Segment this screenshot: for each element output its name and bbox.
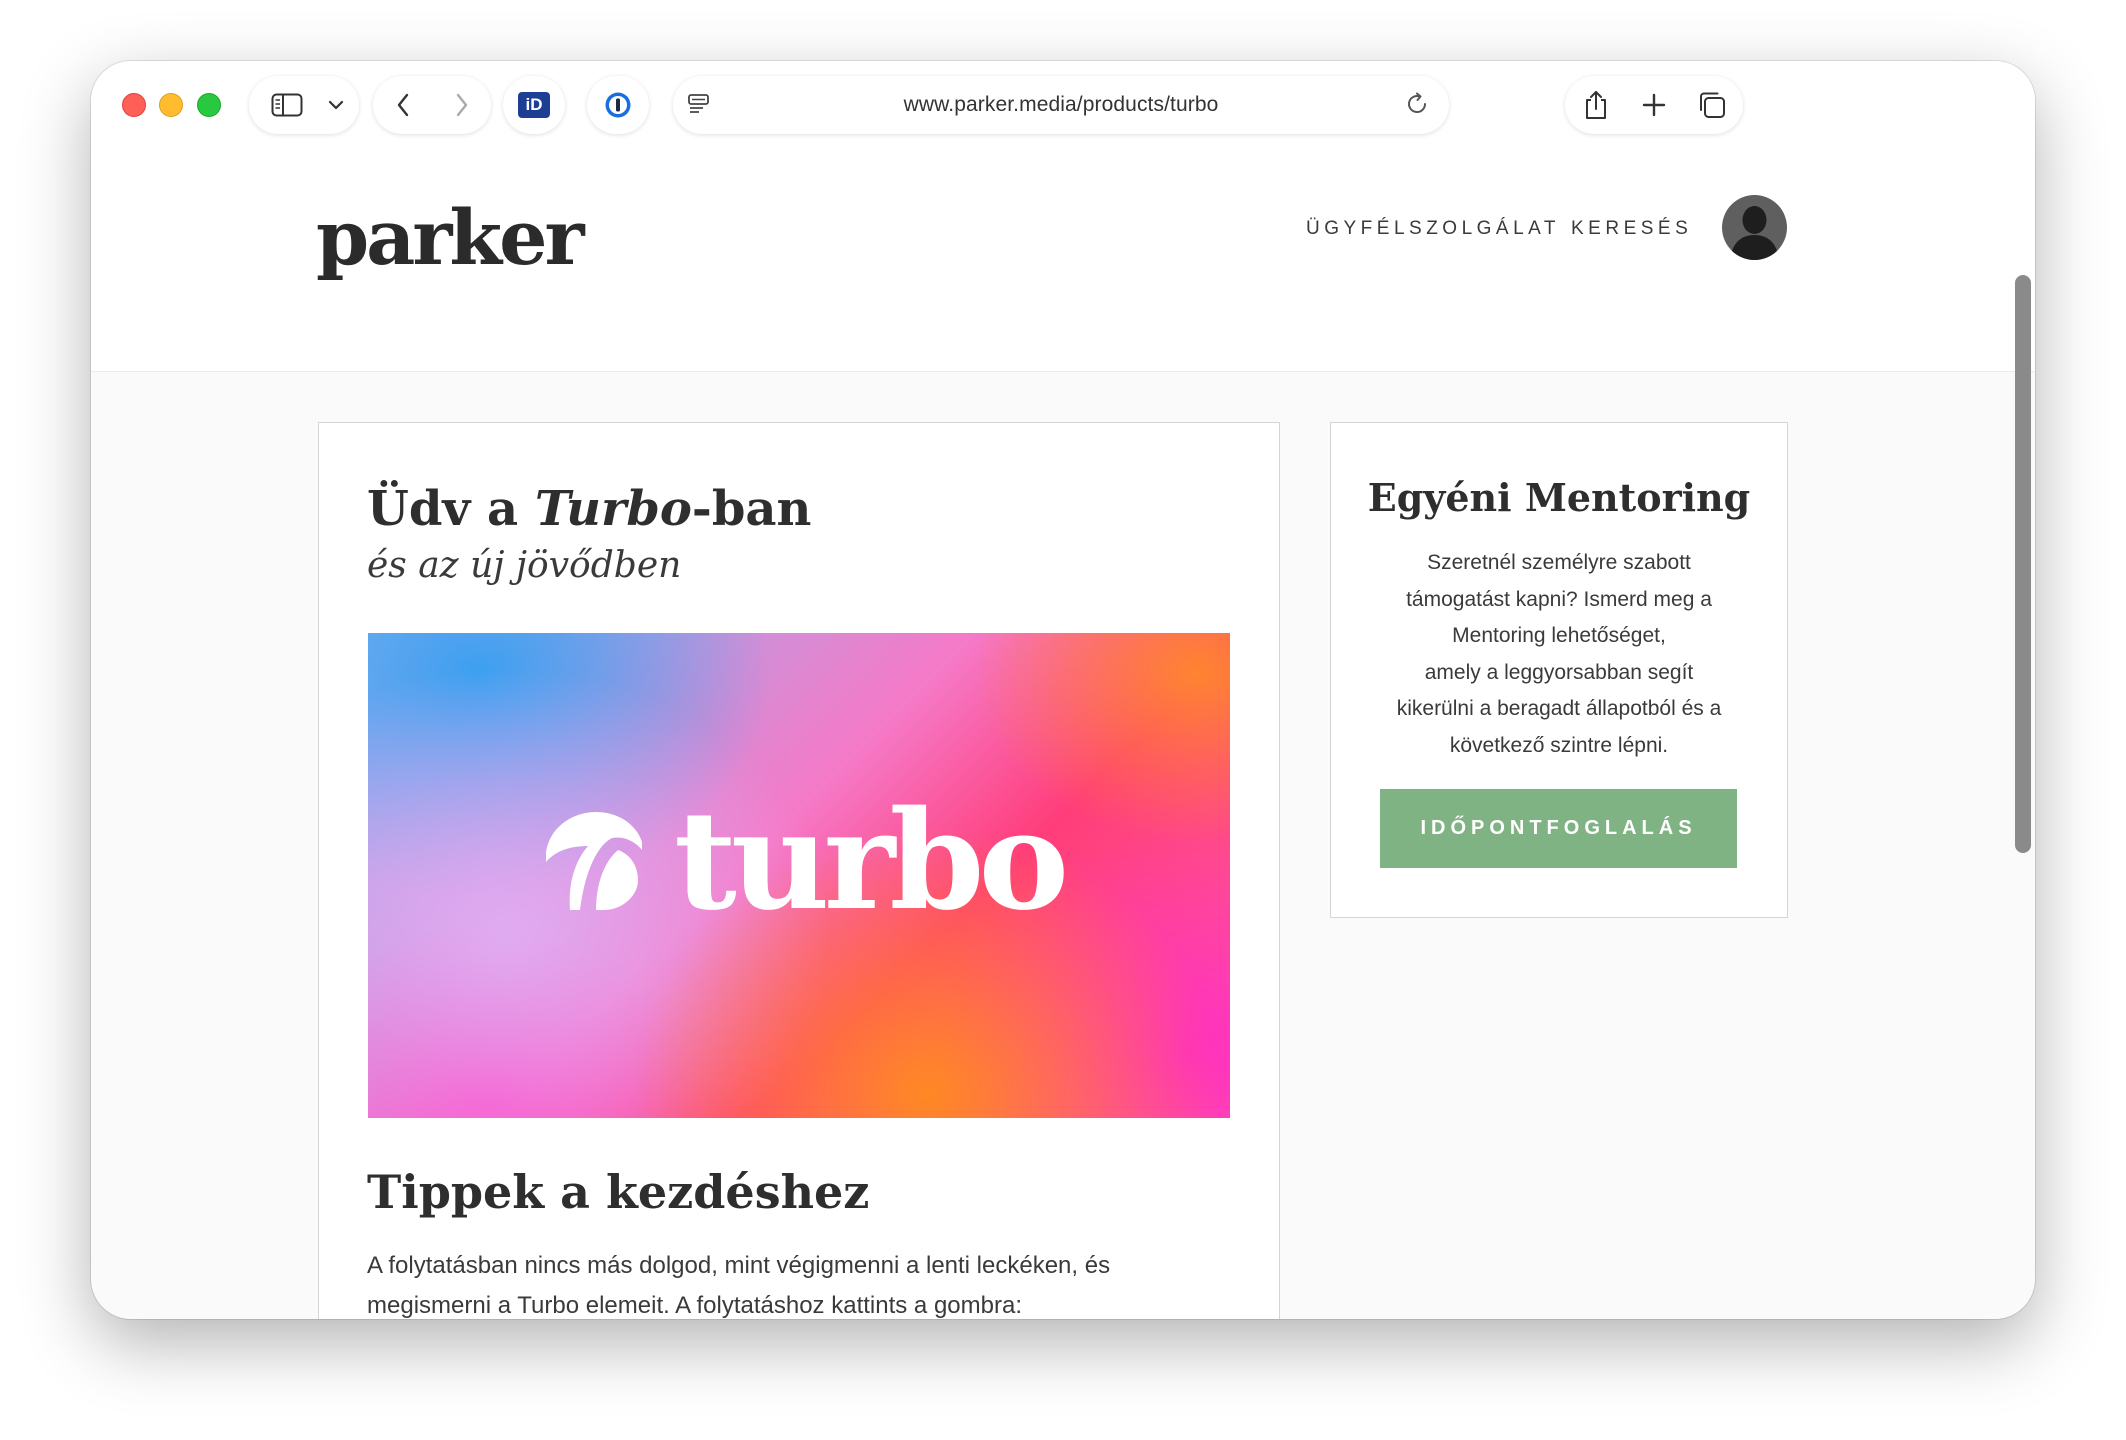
main-card: Üdv a Turbo-ban és az új jövődben turbo … xyxy=(318,422,1280,1319)
site-header: parker ÜGYFÉLSZOLGÁLAT KERESÉS xyxy=(91,179,2035,372)
welcome-title-product: Turbo xyxy=(534,481,692,537)
turbo-hero-image: turbo xyxy=(368,633,1230,1118)
mentoring-text-line: támogatást kapni? Ismerd meg a xyxy=(1406,587,1712,611)
share-button[interactable] xyxy=(1567,76,1625,134)
nav-search-link[interactable]: KERESÉS xyxy=(1571,218,1692,240)
password-manager-button[interactable] xyxy=(587,76,649,134)
forward-icon xyxy=(456,93,467,117)
tips-text-line: A folytatásban nincs más dolgod, mint vé… xyxy=(367,1252,1111,1279)
mentoring-description: Szeretnél személyre szabott támogatást k… xyxy=(1355,545,1763,764)
back-icon xyxy=(397,93,408,117)
welcome-subtitle: és az új jövődben xyxy=(367,545,682,586)
turbo-logo: turbo xyxy=(538,781,1069,941)
browser-toolbar: iD www.parker.media/products/turbo xyxy=(91,61,2035,179)
page-content: parker ÜGYFÉLSZOLGÁLAT KERESÉS Üdv a Tur… xyxy=(91,179,2035,1319)
turbo-mark-icon xyxy=(546,812,642,910)
mentoring-text-line: Mentoring lehetőséget, xyxy=(1452,624,1666,647)
tips-text-line: megismerni a Turbo elemeit. A folytatásh… xyxy=(367,1292,1022,1319)
mentoring-text-line: következő szintre lépni. xyxy=(1449,733,1669,757)
tab-overview-button[interactable] xyxy=(1683,76,1741,134)
actions-group xyxy=(1565,76,1743,134)
url-text: www.parker.media/products/turbo xyxy=(903,93,1219,116)
reload-icon xyxy=(1408,92,1426,113)
page-scrollbar[interactable] xyxy=(2015,275,2031,853)
tabs-icon xyxy=(1700,92,1725,118)
sidebar-icon xyxy=(271,93,303,117)
sidebar-toggle-button[interactable] xyxy=(255,76,319,134)
address-bar[interactable]: www.parker.media/products/turbo xyxy=(673,76,1449,134)
book-appointment-button[interactable]: IDŐPONTFOGLALÁS xyxy=(1380,789,1737,868)
close-window-button[interactable] xyxy=(122,93,146,117)
welcome-title-prefix: Üdv a xyxy=(367,481,535,537)
welcome-title-suffix: -ban xyxy=(691,481,812,537)
mentoring-text-line: kikerülni a beragadt állapotból és a xyxy=(1396,697,1722,720)
mentoring-text-line: Szeretnél személyre szabott xyxy=(1427,551,1691,574)
navigation-group xyxy=(373,76,491,134)
share-icon xyxy=(1586,91,1606,119)
turbo-wordmark: turbo xyxy=(674,781,1069,941)
plus-icon xyxy=(1642,93,1666,117)
chevron-down-icon xyxy=(328,100,344,110)
user-avatar[interactable] xyxy=(1722,195,1787,260)
mentoring-card: Egyéni Mentoring Szeretnél személyre sza… xyxy=(1330,422,1788,918)
sidebar-toggle-group xyxy=(249,76,359,134)
nav-support-link[interactable]: ÜGYFÉLSZOLGÁLAT xyxy=(1306,218,1560,240)
forward-button[interactable] xyxy=(432,76,491,134)
mentoring-text-line: amely a leggyorsabban segít xyxy=(1424,660,1694,684)
minimize-window-button[interactable] xyxy=(159,93,183,117)
id-extension-button[interactable]: iD xyxy=(503,76,565,134)
reload-button[interactable] xyxy=(1405,92,1429,116)
mentoring-title: Egyéni Mentoring xyxy=(1367,475,1751,520)
1password-icon xyxy=(605,92,631,118)
site-logo[interactable]: parker xyxy=(316,193,584,282)
browser-window: iD www.parker.media/products/turbo parke… xyxy=(91,61,2035,1319)
welcome-title: Üdv a Turbo-ban xyxy=(367,481,811,537)
back-button[interactable] xyxy=(373,76,432,134)
maximize-window-button[interactable] xyxy=(197,93,221,117)
new-tab-button[interactable] xyxy=(1625,76,1683,134)
id-extension-icon: iD xyxy=(518,92,550,118)
tips-text: A folytatásban nincs más dolgod, mint vé… xyxy=(367,1246,1217,1319)
tips-title: Tippek a kezdéshez xyxy=(367,1165,870,1219)
user-avatar-icon xyxy=(1730,206,1779,260)
sidebar-menu-button[interactable] xyxy=(319,76,353,134)
